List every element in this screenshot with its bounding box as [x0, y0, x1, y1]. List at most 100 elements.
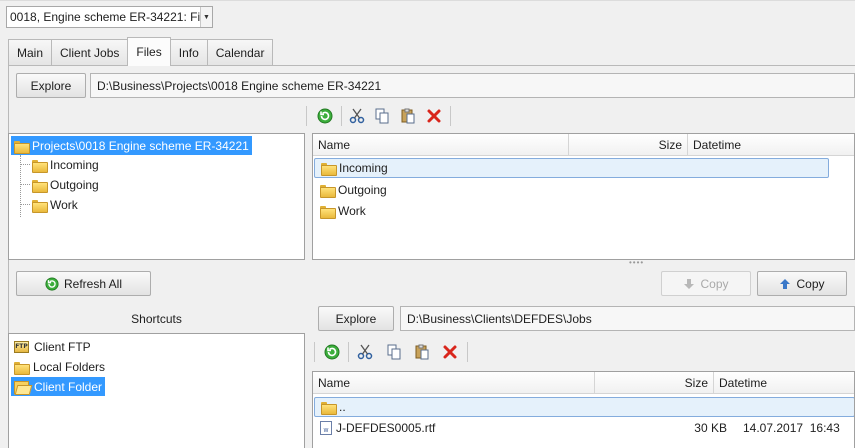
top-divider	[0, 0, 855, 1]
client-path-text: D:\Business\Clients\DEFDES\Jobs	[407, 311, 592, 326]
folder-icon	[320, 205, 336, 219]
tree-item-incoming[interactable]: Incoming	[29, 155, 102, 174]
list-item-parent-dir[interactable]: ..	[314, 397, 854, 417]
file-size: 30 KB	[694, 421, 727, 435]
folder-icon	[32, 159, 48, 173]
refresh-icon	[45, 276, 59, 291]
folder-icon	[321, 162, 337, 176]
client-explore-label: Explore	[335, 311, 377, 326]
tree-item-work[interactable]: Work	[29, 195, 81, 214]
shortcuts-pane[interactable]: FTP Client FTP Local Folders Client Fold…	[8, 333, 305, 448]
copy-icon[interactable]	[373, 107, 391, 125]
job-selector-dropdown[interactable]: 0018, Engine scheme ER-34221: Files ▼	[6, 6, 213, 28]
client-path-field[interactable]: D:\Business\Clients\DEFDES\Jobs	[400, 306, 855, 331]
shortcut-client-ftp[interactable]: FTP Client FTP	[11, 337, 94, 356]
cut-icon[interactable]	[348, 107, 366, 125]
project-path-text: D:\Business\Projects\0018 Engine scheme …	[97, 78, 382, 93]
project-tree-pane[interactable]: Projects\0018 Engine scheme ER-34221 Inc…	[8, 133, 305, 260]
toolbar-separator	[450, 106, 451, 126]
copy-down-button[interactable]: Copy	[661, 271, 751, 296]
shortcuts-title-text: Shortcuts	[131, 311, 182, 326]
tab-client-jobs[interactable]: Client Jobs	[51, 39, 129, 66]
column-datetime-header[interactable]: Datetime	[714, 372, 854, 394]
tab-main[interactable]: Main	[8, 39, 53, 66]
copy-icon[interactable]	[385, 343, 403, 361]
delete-icon[interactable]	[425, 107, 443, 125]
folder-icon	[32, 199, 48, 213]
cut-icon[interactable]	[356, 343, 374, 361]
client-explore-button[interactable]: Explore	[318, 306, 394, 331]
tree-item-label: Work	[50, 197, 78, 212]
client-list-header: Name Size Datetime	[313, 372, 854, 394]
folder-icon	[321, 401, 337, 415]
file-name: Incoming	[339, 161, 388, 175]
column-name-label: Name	[318, 376, 351, 390]
paste-icon[interactable]	[399, 107, 417, 125]
tree-root-label: Projects\0018 Engine scheme ER-34221	[32, 138, 249, 153]
tab-files-label: Files	[136, 45, 162, 59]
folder-icon	[32, 179, 48, 193]
word-document-icon: W	[320, 421, 332, 435]
client-file-list[interactable]: Name Size Datetime .. W J-DEFDES0005.rtf…	[312, 371, 855, 448]
tab-calendar[interactable]: Calendar	[206, 39, 274, 66]
column-size-header[interactable]: Size	[595, 372, 714, 394]
file-datetime: 14.07.2017 16:43	[743, 421, 840, 435]
list-item[interactable]: Incoming	[314, 158, 829, 178]
column-size-label: Size	[684, 376, 708, 390]
tree-item-label: Incoming	[50, 157, 99, 172]
toolbar-separator	[306, 106, 307, 126]
folder-icon	[14, 140, 30, 154]
column-name-label: Name	[318, 138, 351, 152]
tree-root-item[interactable]: Projects\0018 Engine scheme ER-34221	[11, 136, 252, 155]
toolbar-separator	[467, 342, 468, 362]
job-selector-value: 0018, Engine scheme ER-34221: Files	[10, 10, 213, 24]
tab-calendar-label: Calendar	[215, 46, 265, 60]
toolbar-separator	[341, 106, 342, 126]
copy-up-button[interactable]: Copy	[757, 271, 847, 296]
list-item[interactable]: Work	[314, 201, 366, 221]
column-name-header[interactable]: Name	[313, 134, 569, 156]
tab-info[interactable]: Info	[169, 39, 208, 66]
toolbar-separator	[348, 342, 349, 362]
column-size-header[interactable]: Size	[569, 134, 688, 156]
column-name-header[interactable]: Name	[313, 372, 595, 394]
project-list-header: Name Size Datetime	[313, 134, 854, 156]
refresh-icon[interactable]	[323, 343, 341, 361]
refresh-icon[interactable]	[316, 107, 334, 125]
paste-icon[interactable]	[413, 343, 431, 361]
shortcut-client-folder[interactable]: Client Folder	[11, 377, 106, 396]
column-datetime-header[interactable]: Datetime	[688, 134, 854, 156]
file-name: Outgoing	[338, 183, 387, 197]
column-datetime-label: Datetime	[693, 138, 742, 152]
copy-down-label: Copy	[700, 276, 729, 291]
file-name: J-DEFDES0005.rtf	[336, 421, 436, 435]
arrow-up-icon	[780, 278, 791, 289]
open-folder-icon	[14, 380, 29, 394]
delete-icon[interactable]	[441, 343, 459, 361]
shortcut-local-folders[interactable]: Local Folders	[11, 357, 108, 376]
column-datetime-label: Datetime	[719, 376, 768, 390]
list-item[interactable]: W J-DEFDES0005.rtf 30 KB 14.07.2017 16:4…	[314, 418, 854, 438]
file-name: ..	[339, 400, 346, 414]
copy-up-label: Copy	[796, 276, 825, 291]
project-explore-label: Explore	[30, 78, 72, 93]
refresh-all-label: Refresh All	[63, 276, 123, 291]
tab-info-label: Info	[178, 46, 199, 60]
list-item[interactable]: Outgoing	[314, 180, 387, 200]
toolbar-separator	[314, 342, 315, 362]
project-explore-button[interactable]: Explore	[16, 73, 86, 98]
shortcuts-title: Shortcuts	[8, 305, 305, 332]
arrow-down-icon	[684, 278, 695, 289]
column-size-label: Size	[658, 138, 682, 152]
tab-files[interactable]: Files	[127, 37, 171, 66]
project-file-list[interactable]: Name Size Datetime Incoming Outgoing Wor…	[312, 133, 855, 260]
file-name: Work	[338, 204, 366, 218]
ftp-folder-icon: FTP	[14, 340, 29, 353]
tab-strip: Main Client Jobs Files Info Calendar	[8, 37, 274, 66]
project-path-field[interactable]: D:\Business\Projects\0018 Engine scheme …	[90, 73, 855, 98]
dropdown-arrow-icon[interactable]: ▼	[200, 7, 212, 27]
tree-item-outgoing[interactable]: Outgoing	[29, 175, 102, 194]
splitter-grip-icon[interactable]: ••••	[629, 258, 644, 267]
tree-item-label: Outgoing	[50, 177, 99, 192]
refresh-all-button[interactable]: Refresh All	[16, 271, 151, 296]
